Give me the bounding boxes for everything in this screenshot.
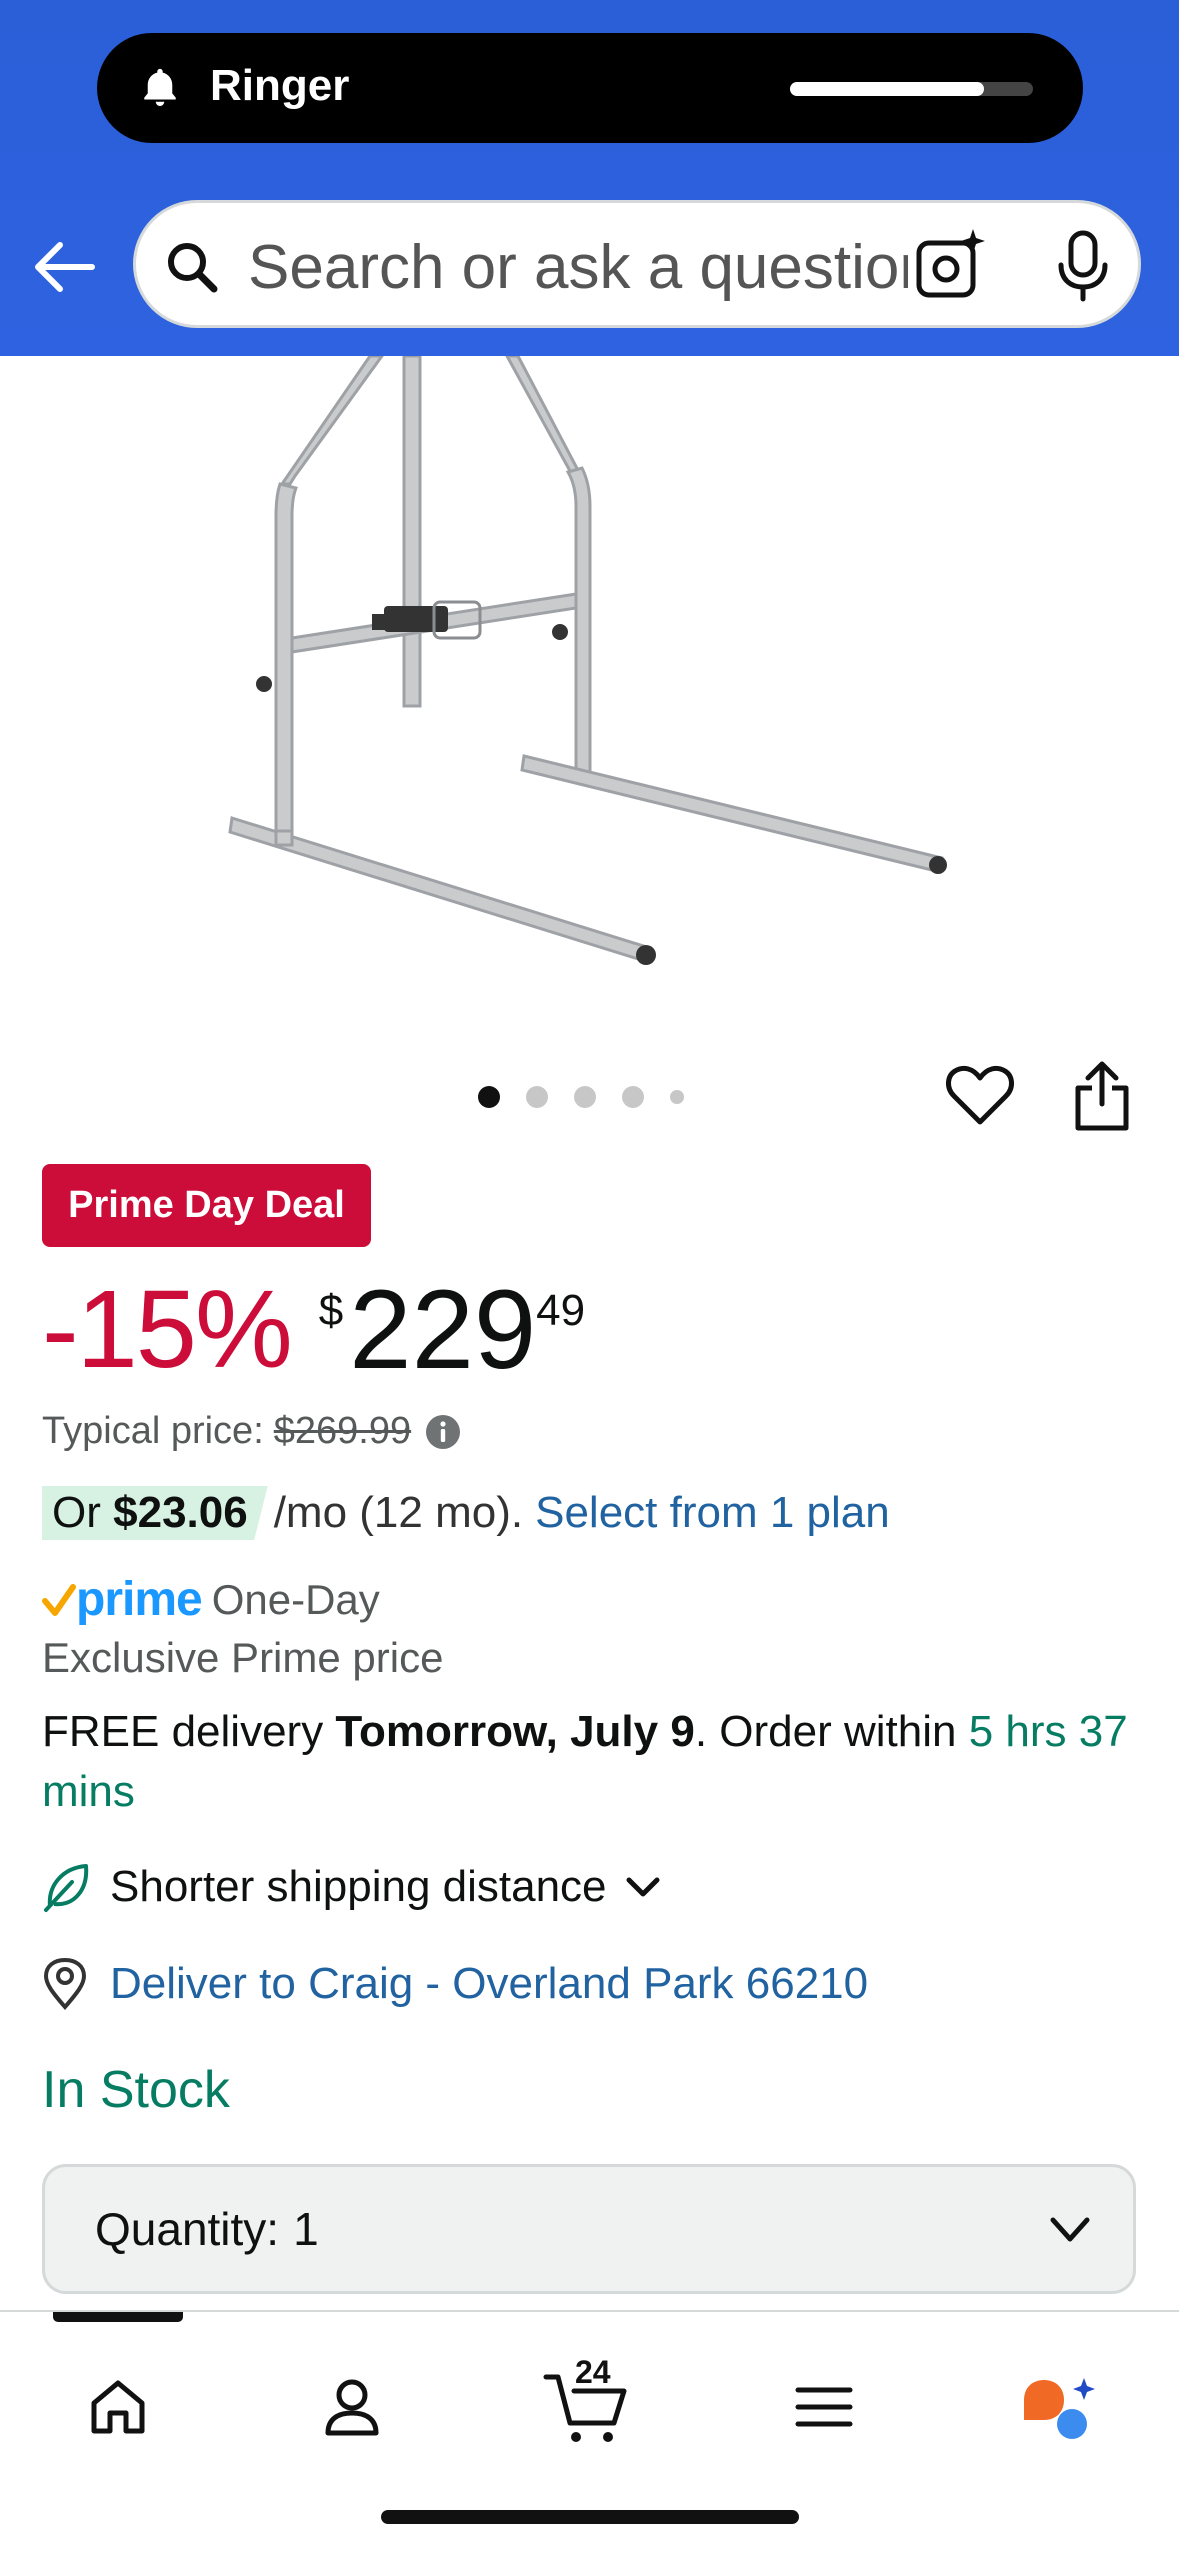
nav-home[interactable] xyxy=(58,2352,178,2462)
in-stock-status: In Stock xyxy=(42,2061,230,2119)
leaf-icon xyxy=(44,1864,89,1912)
app-header: Ringer xyxy=(0,0,1179,356)
microphone-icon[interactable] xyxy=(1048,229,1118,305)
shorter-shipping-distance[interactable]: Shorter shipping distance xyxy=(42,1860,663,1914)
prime-check-icon xyxy=(42,1583,76,1616)
delivery-prefix: FREE delivery xyxy=(42,1707,324,1756)
product-image-stand[interactable] xyxy=(0,356,1179,1056)
active-tab-indicator xyxy=(53,2312,183,2322)
back-arrow-icon[interactable] xyxy=(30,232,100,302)
nav-menu[interactable] xyxy=(764,2352,884,2462)
typical-price-value: $269.99 xyxy=(273,1410,412,1452)
price-whole: 229 xyxy=(349,1267,537,1392)
prime-wordmark: prime xyxy=(76,1573,203,1626)
image-carousel-dots[interactable] xyxy=(478,1085,710,1109)
discount-percent: -15% xyxy=(42,1268,293,1391)
cart-count-badge: 24 xyxy=(575,2354,611,2390)
delivery-info: FREE delivery Tomorrow, July 9. Order wi… xyxy=(42,1702,1142,1822)
ringer-volume-fill xyxy=(790,82,985,96)
search-input[interactable] xyxy=(248,223,908,311)
quantity-label: Quantity: xyxy=(95,2203,280,2255)
delivery-date: Tomorrow, July 9 xyxy=(335,1707,695,1756)
installment-pill: Or $23.06 xyxy=(42,1486,268,1540)
rufus-icon xyxy=(1024,2378,1095,2439)
home-indicator xyxy=(381,2510,799,2524)
delivery-order-within: . Order within xyxy=(694,1707,957,1756)
menu-icon xyxy=(795,2387,853,2427)
home-icon xyxy=(91,2380,145,2434)
carousel-dot[interactable] xyxy=(478,1086,500,1108)
exclusive-prime-price: Exclusive Prime price xyxy=(42,1634,444,1681)
ringer-volume-bar xyxy=(790,82,1033,96)
typical-price: Typical price: $269.99 xyxy=(42,1410,461,1453)
bell-icon xyxy=(144,68,176,107)
currency-symbol: $ xyxy=(318,1286,344,1335)
carousel-dot[interactable] xyxy=(622,1086,644,1108)
nav-account[interactable] xyxy=(292,2352,412,2462)
carousel-dot[interactable] xyxy=(670,1090,684,1104)
nav-cart[interactable]: 24 xyxy=(527,2352,647,2462)
prime-logo: prime xyxy=(42,1572,203,1627)
location-pin-icon xyxy=(43,1958,87,2010)
typical-price-label: Typical price: xyxy=(42,1410,264,1452)
installment-prefix: Or xyxy=(52,1488,101,1537)
account-icon xyxy=(325,2379,379,2436)
carousel-dot[interactable] xyxy=(526,1086,548,1108)
prime-one-day-label: One-Day xyxy=(211,1575,380,1623)
search-icon xyxy=(168,243,218,293)
info-icon[interactable] xyxy=(425,1414,461,1450)
share-icon[interactable] xyxy=(1070,1060,1134,1132)
deliver-to-location[interactable]: Deliver to Craig - Overland Park 66210 xyxy=(42,1958,868,2010)
price-fraction: 49 xyxy=(536,1286,586,1335)
camera-lens-icon[interactable] xyxy=(911,225,993,307)
chevron-down-icon xyxy=(626,1877,660,1897)
prime-day-deal-badge: Prime Day Deal xyxy=(42,1164,371,1247)
select-plan-link[interactable]: Select from 1 plan xyxy=(535,1488,890,1538)
deliver-to-label: Deliver to Craig - Overland Park 66210 xyxy=(110,1959,869,2008)
carousel-dot[interactable] xyxy=(574,1086,596,1108)
shipping-label: Shorter shipping distance xyxy=(110,1862,607,1911)
prime-one-day: prime One-Day xyxy=(42,1572,380,1627)
heart-icon[interactable] xyxy=(945,1064,1015,1128)
search-bar[interactable] xyxy=(133,200,1141,328)
nav-rufus[interactable] xyxy=(998,2352,1118,2462)
dynamic-island-ringer: Ringer xyxy=(97,33,1083,143)
installment-amount: $23.06 xyxy=(113,1488,248,1537)
chevron-down-icon xyxy=(1050,2217,1090,2242)
price-row: -15% $ 229 49 xyxy=(42,1270,585,1390)
installment-period: /mo (12 mo). xyxy=(273,1488,524,1537)
quantity-value: 1 xyxy=(293,2203,319,2255)
installment-offer: Or $23.06 /mo (12 mo). Select from 1 pla… xyxy=(42,1486,890,1540)
quantity-selector[interactable]: Quantity: 1 xyxy=(42,2164,1136,2294)
ringer-label: Ringer xyxy=(210,61,350,110)
